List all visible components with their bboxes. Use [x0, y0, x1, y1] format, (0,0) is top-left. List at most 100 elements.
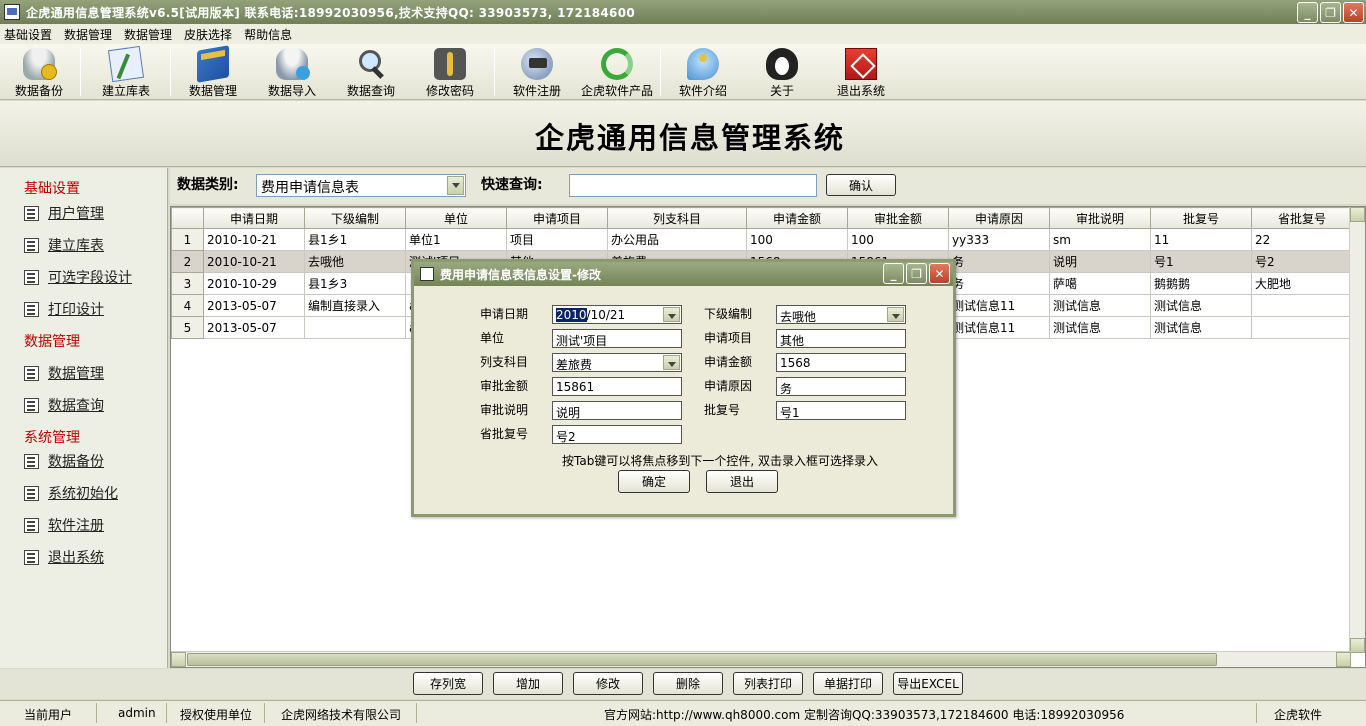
apply-item-field[interactable]: 其他 — [776, 329, 906, 348]
column-header[interactable]: 申请日期 — [203, 207, 305, 229]
table-cell[interactable]: 鹅鹅鹅 — [1150, 272, 1252, 295]
chevron-down-icon[interactable] — [447, 176, 464, 195]
sub-org-select[interactable]: 去哦他 — [776, 305, 906, 324]
table-cell[interactable]: 测试信息 — [1049, 294, 1151, 317]
tool-exit-button[interactable]: 退出系统 — [822, 46, 900, 98]
add-button[interactable]: 增加 — [493, 672, 563, 695]
save-column-width-button[interactable]: 存列宽 — [413, 672, 483, 695]
menu-data-management-2[interactable]: 数据管理 — [124, 26, 172, 43]
horizontal-scrollbar[interactable] — [171, 651, 1351, 667]
table-cell[interactable]: yy333 — [948, 228, 1050, 251]
vertical-scrollbar[interactable] — [1349, 207, 1365, 653]
table-cell[interactable]: 100 — [746, 228, 848, 251]
tool-data-query-button[interactable]: 数据查询 — [332, 46, 410, 98]
column-header[interactable]: 申请项目 — [506, 207, 608, 229]
table-cell[interactable]: 测试信息11 — [948, 294, 1050, 317]
sidebar-item-user-management[interactable]: 用户管理 — [24, 203, 104, 223]
table-cell[interactable]: 22 — [1251, 228, 1353, 251]
column-header[interactable]: 下级编制 — [304, 207, 406, 229]
dialog-exit-button[interactable]: 退出 — [706, 470, 778, 493]
table-cell[interactable] — [304, 316, 406, 339]
tool-data-management-button[interactable]: 数据管理 — [174, 45, 252, 98]
dialog-ok-button[interactable]: 确定 — [618, 470, 690, 493]
delete-button[interactable]: 删除 — [653, 672, 723, 695]
menu-skin[interactable]: 皮肤选择 — [184, 26, 232, 43]
table-cell[interactable]: 11 — [1150, 228, 1252, 251]
apply-amount-field[interactable]: 1568 — [776, 353, 906, 372]
table-cell[interactable]: 萨噶 — [1049, 272, 1151, 295]
approve-amount-field[interactable]: 15861 — [552, 377, 682, 396]
table-cell[interactable]: 项目 — [506, 228, 608, 251]
scroll-left-arrow-icon[interactable] — [171, 652, 186, 667]
quick-search-input[interactable] — [569, 174, 817, 197]
table-cell[interactable] — [1251, 316, 1353, 339]
sidebar-item-field-design[interactable]: 可选字段设计 — [24, 267, 132, 287]
table-cell[interactable]: 务 — [948, 272, 1050, 295]
sidebar-item-exit-system[interactable]: 退出系统 — [24, 547, 104, 567]
restore-button[interactable]: ❐ — [1320, 2, 1341, 23]
menu-help[interactable]: 帮助信息 — [244, 26, 292, 43]
chevron-down-icon[interactable] — [663, 355, 680, 370]
reply-no-field[interactable]: 号1 — [776, 401, 906, 420]
table-cell[interactable]: 2010-10-21 — [203, 228, 305, 251]
table-cell[interactable]: 县1乡3 — [304, 272, 406, 295]
table-cell[interactable] — [1251, 294, 1353, 317]
table-cell[interactable]: 务 — [948, 250, 1050, 273]
sidebar-item-data-query[interactable]: 数据查询 — [24, 395, 104, 415]
sidebar-item-print-design[interactable]: 打印设计 — [24, 299, 104, 319]
tool-backup-button[interactable]: 数据备份 — [0, 46, 78, 98]
table-cell[interactable]: 2013-05-07 — [203, 294, 305, 317]
table-cell[interactable]: 去哦他 — [304, 250, 406, 273]
scroll-right-arrow-icon[interactable] — [1336, 652, 1351, 667]
table-cell[interactable]: 说明 — [1049, 250, 1151, 273]
table-cell[interactable]: 办公用品 — [607, 228, 747, 251]
dialog-close-button[interactable]: ✕ — [929, 263, 950, 284]
table-cell[interactable]: 100 — [847, 228, 949, 251]
tool-create-table-button[interactable]: 建立库表 — [87, 45, 165, 98]
form-print-button[interactable]: 单据打印 — [813, 672, 883, 695]
table-cell[interactable]: 测试信息 — [1150, 316, 1252, 339]
column-header[interactable]: 省批复号 — [1251, 207, 1353, 229]
table-cell[interactable]: sm — [1049, 228, 1151, 251]
category-select[interactable]: 费用申请信息表 — [256, 174, 466, 197]
apply-date-picker[interactable]: 2010/10/21 — [552, 305, 682, 324]
column-header[interactable]: 申请原因 — [948, 207, 1050, 229]
chevron-down-icon[interactable] — [887, 307, 904, 322]
close-button[interactable]: ✕ — [1343, 2, 1364, 23]
list-print-button[interactable]: 列表打印 — [733, 672, 803, 695]
column-header[interactable]: 审批说明 — [1049, 207, 1151, 229]
table-cell[interactable]: 2010-10-29 — [203, 272, 305, 295]
column-header[interactable]: 列支科目 — [607, 207, 747, 229]
table-cell[interactable]: 2010-10-21 — [203, 250, 305, 273]
tool-about-button[interactable]: 关于 — [743, 46, 821, 98]
scroll-up-arrow-icon[interactable] — [1350, 207, 1365, 222]
column-header[interactable]: 批复号 — [1150, 207, 1252, 229]
horizontal-scroll-thumb[interactable] — [187, 653, 1217, 666]
column-header[interactable]: 单位 — [405, 207, 507, 229]
tool-intro-button[interactable]: 软件介绍 — [664, 46, 742, 98]
table-cell[interactable]: 号1 — [1150, 250, 1252, 273]
sidebar-item-data-backup[interactable]: 数据备份 — [24, 451, 104, 471]
minimize-button[interactable]: _ — [1297, 2, 1318, 23]
menu-data-management[interactable]: 数据管理 — [64, 26, 112, 43]
edit-button[interactable]: 修改 — [573, 672, 643, 695]
approve-note-field[interactable]: 说明 — [552, 401, 682, 420]
table-cell[interactable]: 测试信息 — [1049, 316, 1151, 339]
table-cell[interactable]: 编制直接录入 — [304, 294, 406, 317]
prov-reply-no-field[interactable]: 号2 — [552, 425, 682, 444]
table-cell[interactable]: 大肥地 — [1251, 272, 1353, 295]
table-cell[interactable]: 单位1 — [405, 228, 507, 251]
apply-reason-field[interactable]: 务 — [776, 377, 906, 396]
table-cell[interactable]: 号2 — [1251, 250, 1353, 273]
sidebar-item-software-register[interactable]: 软件注册 — [24, 515, 104, 535]
tool-products-button[interactable]: 企虎软件产品 — [578, 46, 656, 98]
menu-basic-settings[interactable]: 基础设置 — [4, 26, 52, 43]
dialog-minimize-button[interactable]: _ — [883, 263, 904, 284]
export-excel-button[interactable]: 导出EXCEL — [893, 672, 963, 695]
column-header[interactable]: 申请金额 — [746, 207, 848, 229]
tool-data-import-button[interactable]: 数据导入 — [253, 46, 331, 98]
table-cell[interactable]: 县1乡1 — [304, 228, 406, 251]
subject-select[interactable]: 差旅费 — [552, 353, 682, 372]
table-cell[interactable]: 测试信息11 — [948, 316, 1050, 339]
tool-register-button[interactable]: 软件注册 — [498, 46, 576, 98]
